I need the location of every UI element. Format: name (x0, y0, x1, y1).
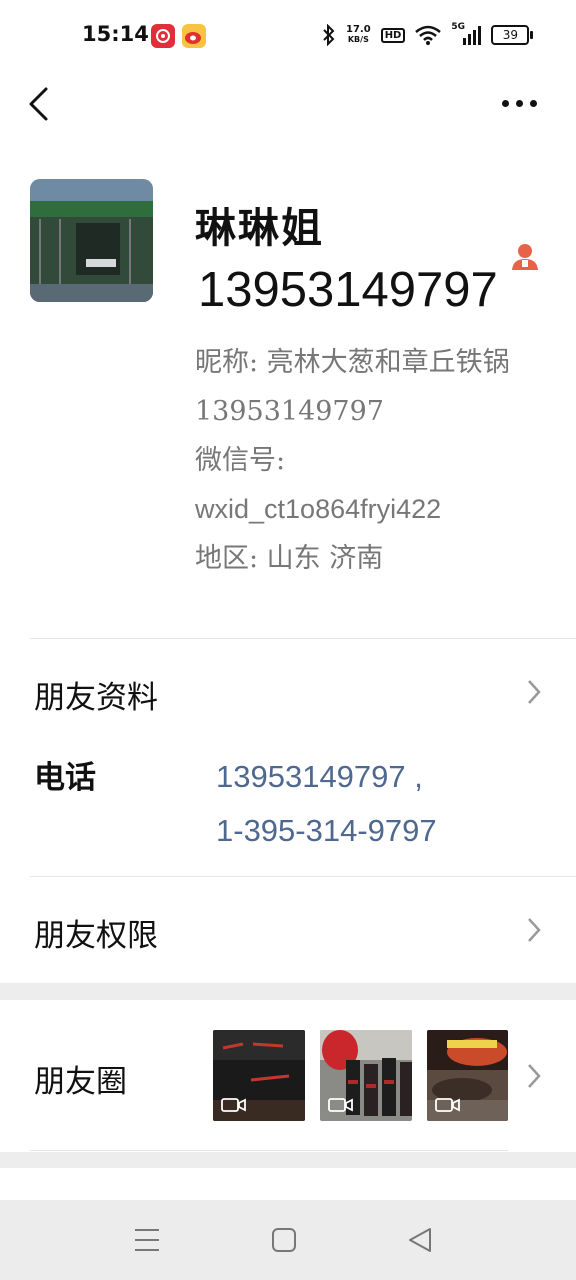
battery-indicator: 39 (491, 25, 534, 45)
dot-icon (502, 99, 509, 107)
video-icon (221, 1098, 246, 1112)
contact-name: 琳琳姐 (195, 204, 324, 252)
home-icon[interactable] (270, 1226, 298, 1254)
region-text: 地区: 山东 济南 (195, 543, 384, 574)
dot-icon (516, 99, 523, 107)
back-triangle-icon[interactable] (406, 1226, 434, 1254)
friend-permissions-row[interactable]: 朋友权限 (0, 896, 576, 966)
chevron-right-icon (528, 680, 541, 704)
cell-signal-icon: 5G (451, 22, 482, 46)
chevron-right-icon (528, 918, 541, 942)
divider (30, 638, 576, 639)
status-bar: 15:14 17.0 KB/S HD 5G 39 (0, 0, 576, 72)
moments-label: 朋友圈 (34, 1064, 127, 1100)
section-gap (0, 1152, 576, 1168)
divider (30, 876, 576, 877)
back-arrow-icon[interactable] (26, 86, 56, 122)
contact-info: 昵称: 亮林大葱和章丘铁锅13953149797 微信号: wxid_ct1o8… (195, 338, 535, 583)
wifi-icon (415, 25, 442, 45)
phone-label: 电话 (34, 760, 96, 796)
section-gap (0, 983, 576, 1000)
more-options-button[interactable] (502, 96, 542, 110)
bluetooth-icon (323, 24, 335, 46)
wechat-id-value: wxid_ct1o864fryi422 (195, 494, 442, 524)
status-icons: 17.0 KB/S HD 5G 39 (322, 22, 534, 46)
phone-number-link[interactable]: 13953149797 , (216, 750, 437, 804)
weibo-icon (182, 24, 206, 48)
moments-thumbnail[interactable] (320, 1030, 412, 1121)
contact-person-icon (512, 244, 538, 270)
friend-permissions-label: 朋友权限 (34, 918, 158, 954)
phone-values[interactable]: 13953149797 , 1-395-314-9797 (216, 750, 437, 858)
video-icon (328, 1098, 353, 1112)
video-icon (435, 1098, 460, 1112)
phone-number-link[interactable]: 1-395-314-9797 (216, 804, 437, 858)
wechat-id-label: 微信号: (195, 445, 286, 476)
friend-profile-row[interactable]: 朋友资料 (0, 660, 576, 730)
friend-profile-label: 朋友资料 (34, 680, 158, 716)
avatar[interactable] (30, 179, 153, 302)
divider (30, 1150, 508, 1151)
nickname-text: 昵称: 亮林大葱和章丘铁锅13953149797 (195, 347, 510, 427)
chevron-right-icon (528, 1064, 541, 1088)
dot-icon (530, 99, 537, 107)
menu-icon[interactable] (133, 1226, 161, 1254)
app-notification-icon (151, 24, 175, 48)
hd-badge: HD (380, 27, 406, 43)
contact-remark-phone: 13953149797 (198, 263, 498, 317)
clock: 15:14 (82, 22, 149, 46)
moments-thumbnail[interactable] (213, 1030, 305, 1121)
moments-thumbnail[interactable] (427, 1030, 508, 1121)
network-speed: 17.0 KB/S (346, 24, 371, 45)
